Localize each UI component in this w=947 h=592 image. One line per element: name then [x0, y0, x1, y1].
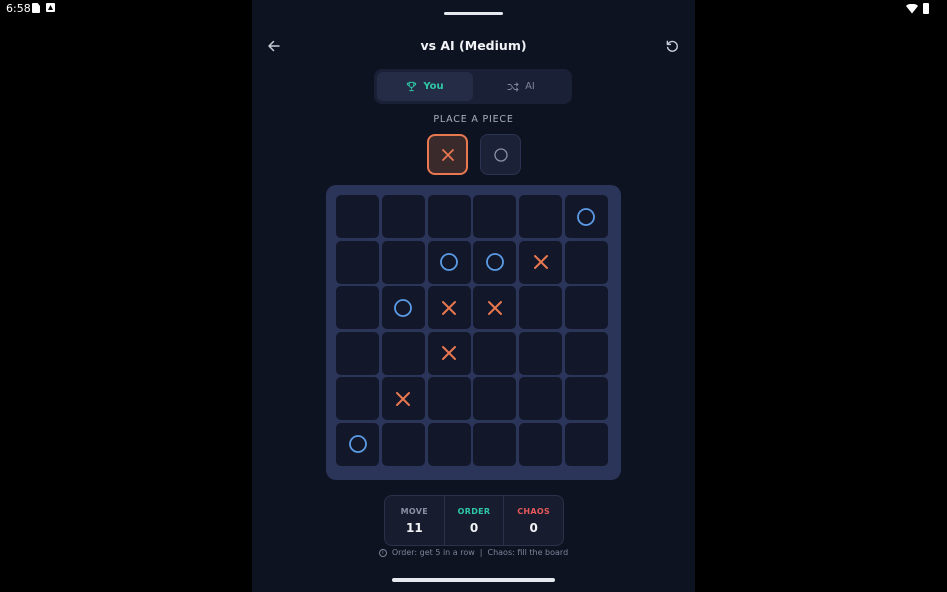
page-title: vs AI (Medium) — [420, 38, 527, 53]
board-cell-5-0[interactable] — [336, 422, 379, 466]
board-cell-1-2[interactable] — [427, 240, 471, 284]
move-label: MOVE — [400, 506, 429, 516]
tab-you[interactable]: You — [377, 72, 473, 101]
o-mark-icon — [577, 207, 596, 226]
board-cell-4-0[interactable] — [336, 377, 379, 421]
game-board — [326, 185, 621, 480]
board-cell-3-3[interactable] — [473, 331, 517, 375]
place-piece-label: PLACE A PIECE — [433, 114, 514, 125]
order-label: ORDER — [457, 506, 491, 516]
board-cell-1-3[interactable] — [473, 240, 517, 284]
move-value: 11 — [405, 520, 423, 535]
board-cell-3-5[interactable] — [564, 331, 608, 375]
battery-icon — [923, 3, 929, 14]
home-indicator[interactable] — [392, 578, 555, 582]
document-icon — [32, 3, 40, 13]
x-mark-icon — [442, 300, 457, 315]
piece-x-button[interactable] — [427, 134, 468, 175]
refresh-icon — [666, 40, 678, 52]
o-mark-icon — [493, 147, 508, 162]
x-mark-icon — [487, 300, 502, 315]
board-cell-4-5[interactable] — [564, 377, 608, 421]
board-cell-1-4[interactable] — [519, 240, 563, 284]
board-cell-2-1[interactable] — [381, 286, 425, 330]
board-cell-3-2[interactable] — [427, 331, 471, 375]
board-cell-0-4[interactable] — [519, 195, 563, 238]
board-cell-5-2[interactable] — [427, 422, 471, 466]
board-cell-4-4[interactable] — [519, 377, 563, 421]
app-a-icon — [46, 3, 55, 12]
tab-ai-label: AI — [525, 81, 535, 92]
x-mark-icon — [533, 255, 548, 270]
board-cell-3-4[interactable] — [519, 331, 563, 375]
screen: 6:58 vs AI (Medium) You AI PLACE A PIECE… — [0, 0, 947, 592]
board-cell-4-2[interactable] — [427, 377, 471, 421]
shuffle-icon — [507, 82, 519, 91]
board-cell-0-0[interactable] — [336, 195, 379, 238]
board-cell-2-3[interactable] — [473, 286, 517, 330]
board-cell-0-2[interactable] — [427, 195, 471, 238]
rules-hint: i Order: get 5 in a row | Chaos: fill th… — [252, 548, 695, 557]
board-cell-0-1[interactable] — [381, 195, 425, 238]
board-cell-1-0[interactable] — [336, 240, 379, 284]
board-cell-5-5[interactable] — [564, 422, 608, 466]
o-mark-icon — [485, 253, 504, 271]
o-mark-icon — [394, 298, 413, 317]
order-value: 0 — [469, 520, 479, 535]
board-cell-3-1[interactable] — [381, 331, 425, 375]
x-mark-icon — [396, 391, 411, 406]
board-cell-4-1[interactable] — [381, 377, 425, 421]
chaos-label: CHAOS — [517, 506, 551, 516]
order-score: ORDER 0 — [443, 496, 504, 545]
board-cell-1-1[interactable] — [381, 240, 425, 284]
chaos-score: CHAOS 0 — [503, 496, 563, 545]
board-cell-3-0[interactable] — [336, 331, 379, 375]
hint-separator: | — [479, 548, 483, 557]
wifi-icon — [906, 3, 918, 14]
o-mark-icon — [440, 253, 458, 271]
game-panel: vs AI (Medium) You AI PLACE A PIECE MOVE… — [252, 0, 695, 592]
board-cell-2-5[interactable] — [564, 286, 608, 330]
o-mark-icon — [348, 435, 367, 454]
board-cell-2-0[interactable] — [336, 286, 379, 330]
chaos-value: 0 — [529, 520, 538, 535]
turn-tabs: You AI — [374, 69, 572, 104]
board-cell-2-4[interactable] — [519, 286, 563, 330]
board-cell-4-3[interactable] — [473, 377, 517, 421]
x-mark-icon — [441, 148, 454, 161]
status-right-icons — [906, 3, 929, 14]
info-icon: i — [378, 548, 387, 557]
status-left-icons — [32, 3, 55, 13]
tab-you-label: You — [423, 81, 444, 92]
trophy-icon — [407, 81, 417, 92]
hint-order: Order: get 5 in a row — [391, 548, 475, 557]
x-mark-icon — [442, 346, 457, 361]
piece-o-button[interactable] — [480, 134, 521, 175]
board-cell-0-5[interactable] — [564, 195, 608, 238]
hint-chaos: Chaos: fill the board — [487, 548, 569, 557]
restart-button[interactable] — [662, 36, 682, 56]
score-box: MOVE 11 ORDER 0 CHAOS 0 — [384, 495, 564, 546]
board-cell-5-1[interactable] — [381, 422, 425, 466]
tab-ai[interactable]: AI — [473, 72, 569, 101]
top-handle[interactable] — [444, 12, 503, 15]
board-cell-0-3[interactable] — [473, 195, 517, 238]
move-counter: MOVE 11 — [385, 496, 444, 545]
status-time: 6:58 — [6, 2, 31, 15]
board-cell-1-5[interactable] — [564, 240, 608, 284]
board-cell-5-4[interactable] — [519, 422, 563, 466]
board-cell-5-3[interactable] — [473, 422, 517, 466]
board-cell-2-2[interactable] — [427, 286, 471, 330]
